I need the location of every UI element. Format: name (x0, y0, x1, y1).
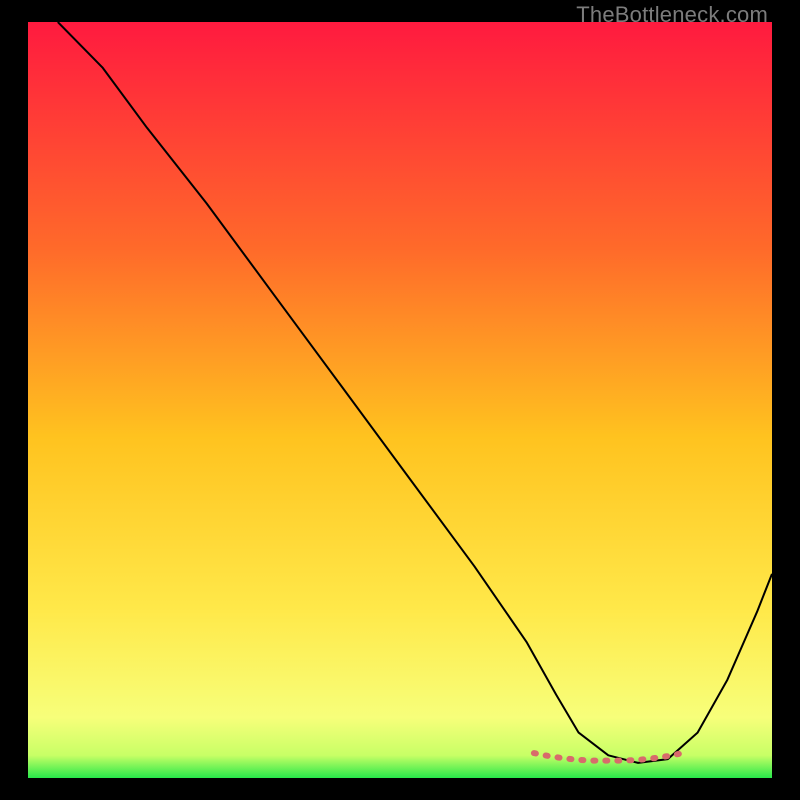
chart-background (28, 22, 772, 778)
chart-svg (28, 22, 772, 778)
chart-frame (28, 22, 772, 778)
